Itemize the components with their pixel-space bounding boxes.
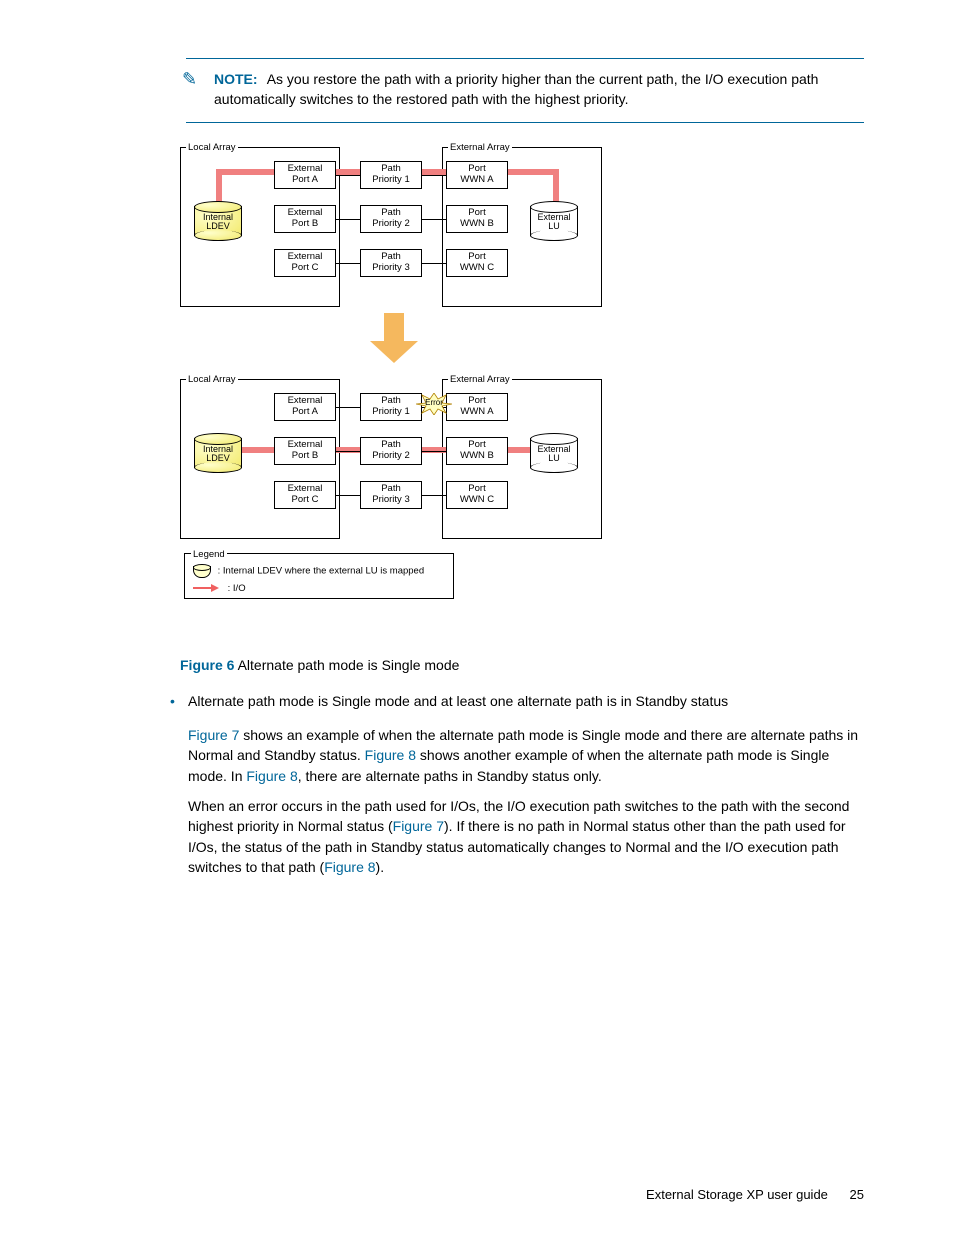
figure-caption-text: Alternate path mode is Single mode xyxy=(238,657,460,673)
xref-figure-7[interactable]: Figure 7 xyxy=(393,818,444,834)
legend-item-io: : I/O xyxy=(228,583,246,594)
xref-figure-7[interactable]: Figure 7 xyxy=(188,727,239,743)
cylinder-internal-ldev-bottom: Internal LDEV xyxy=(194,433,242,473)
bullet-list: Alternate path mode is Single mode and a… xyxy=(170,691,864,711)
bullet-item-1: Alternate path mode is Single mode and a… xyxy=(170,691,864,711)
cell-ext-port-c-top: External Port C xyxy=(274,249,336,277)
footer-title: External Storage XP user guide xyxy=(646,1187,828,1202)
legend-item-ldev: : Internal LDEV where the external LU is… xyxy=(218,565,424,576)
label-local-array-bottom: Local Array xyxy=(186,373,238,387)
cell-ext-port-a-bottom: External Port A xyxy=(274,393,336,421)
paragraph-2: When an error occurs in the path used fo… xyxy=(188,796,864,877)
xref-figure-8[interactable]: Figure 8 xyxy=(365,747,416,763)
legend-cylinder-icon xyxy=(193,564,211,578)
cell-wwn-c-bottom: Port WWN C xyxy=(446,481,508,509)
cylinder-external-lu-top: External LU xyxy=(530,201,578,241)
cell-ext-port-c-bottom: External Port C xyxy=(274,481,336,509)
cell-path2-top: Path Priority 2 xyxy=(360,205,422,233)
error-burst-icon: Error xyxy=(416,393,452,415)
legend-title: Legend xyxy=(191,548,227,562)
note-icon: ✎ xyxy=(182,70,197,88)
label-local-array-top: Local Array xyxy=(186,141,238,155)
cell-path1-bottom: Path Priority 1 xyxy=(360,393,422,421)
cell-path3-bottom: Path Priority 3 xyxy=(360,481,422,509)
cell-path2-bottom: Path Priority 2 xyxy=(360,437,422,465)
cell-wwn-b-top: Port WWN B xyxy=(446,205,508,233)
paragraph-1: Figure 7 shows an example of when the al… xyxy=(188,725,864,786)
xref-figure-8[interactable]: Figure 8 xyxy=(324,859,375,875)
cell-wwn-b-bottom: Port WWN B xyxy=(446,437,508,465)
cell-ext-port-a-top: External Port A xyxy=(274,161,336,189)
figure-diagram: Local Array External Array External Port… xyxy=(180,141,610,649)
page-footer: External Storage XP user guide 25 xyxy=(646,1186,864,1205)
label-external-array-bottom: External Array xyxy=(448,373,512,387)
cell-ext-port-b-bottom: External Port B xyxy=(274,437,336,465)
cell-ext-port-b-top: External Port B xyxy=(274,205,336,233)
cylinder-external-lu-bottom: External LU xyxy=(530,433,578,473)
note-block: ✎ NOTE: As you restore the path with a p… xyxy=(186,58,864,123)
label-external-array-top: External Array xyxy=(448,141,512,155)
figure-caption: Figure 6 Alternate path mode is Single m… xyxy=(180,655,864,675)
cell-path3-top: Path Priority 3 xyxy=(360,249,422,277)
note-text: As you restore the path with a priority … xyxy=(214,71,818,107)
legend-io-arrow-icon xyxy=(193,584,221,592)
cell-wwn-a-top: Port WWN A xyxy=(446,161,508,189)
xref-figure-8[interactable]: Figure 8 xyxy=(246,768,297,784)
cell-path1-top: Path Priority 1 xyxy=(360,161,422,189)
cell-wwn-c-top: Port WWN C xyxy=(446,249,508,277)
legend-box: Legend : Internal LDEV where the externa… xyxy=(184,553,454,599)
page-number: 25 xyxy=(850,1187,864,1202)
figure-label: Figure 6 xyxy=(180,657,234,673)
note-label: NOTE: xyxy=(214,71,258,87)
cell-wwn-a-bottom: Port WWN A xyxy=(446,393,508,421)
cylinder-internal-ldev-top: Internal LDEV xyxy=(194,201,242,241)
